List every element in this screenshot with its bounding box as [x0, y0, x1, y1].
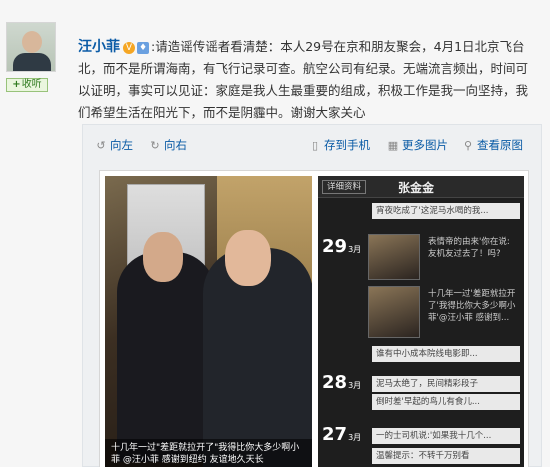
timeline-date: 273月: [322, 424, 361, 445]
vip-icon: ♦: [137, 42, 149, 54]
person-left-head: [143, 232, 183, 282]
date-day: 28: [322, 372, 348, 393]
person-left: [117, 232, 215, 462]
timeline-item: 表情帝的由来'你在说:友机友过去了！吗?: [428, 237, 510, 259]
photo-panel: 十几年一过"差距就拉开了"我得比你大多少啊小菲 @汪小菲 感谢到纽约 友谊地久天…: [105, 176, 312, 467]
post-body: 汪小菲 V ♦:请造谣传谣者看清楚：本人29号在京和朋友聚会，4月1日北京飞台北，而…: [78, 36, 540, 124]
plus-icon: +: [12, 79, 21, 90]
photo-caption: 十几年一过"差距就拉开了"我得比你大多少啊小菲 @汪小菲 感谢到纽约 友谊地久天…: [105, 439, 312, 467]
timeline-thumbnail: [368, 286, 420, 338]
more-images-label: 更多图片: [402, 138, 448, 152]
phone-screenshot: 详细资料 张金金 宵夜吃成了'这泥马水喝的我... 293月 表情帝的由来'你在…: [318, 176, 524, 467]
date-day: 27: [322, 424, 348, 445]
save-to-phone-label: 存到手机: [324, 138, 370, 152]
avatar-face: [22, 31, 42, 53]
date-month: 3月: [348, 381, 362, 390]
follow-button[interactable]: +收听: [6, 78, 48, 92]
rotate-right-label: 向右: [164, 138, 187, 152]
phone-icon: ▯: [311, 139, 319, 152]
media-container: ↺ 向左 ↻ 向右 ▯ 存到手机 ▦ 更多图片 ⚲ 查看原图 十几年一过"差距就拉开了"我…: [82, 124, 542, 467]
timeline-date: 293月: [322, 236, 361, 257]
verified-icon: V: [123, 42, 135, 54]
post-image[interactable]: 十几年一过"差距就拉开了"我得比你大多少啊小菲 @汪小菲 感谢到纽约 友谊地久天…: [99, 170, 529, 467]
phone-header: 详细资料 张金金: [318, 176, 524, 198]
view-original-label: 查看原图: [477, 138, 523, 152]
save-to-phone-button[interactable]: ▯ 存到手机: [309, 137, 370, 153]
rotate-right-icon: ↻: [150, 139, 160, 152]
image-toolbar: ↺ 向左 ↻ 向右 ▯ 存到手机 ▦ 更多图片 ⚲ 查看原图: [83, 125, 541, 165]
date-day: 29: [322, 236, 348, 257]
timeline-item: 倒时差'早起的鸟儿有食儿...: [372, 394, 520, 410]
date-month: 3月: [348, 245, 362, 254]
rotate-left-icon: ↺: [96, 139, 106, 152]
avatar-body: [13, 53, 51, 71]
timeline-item: 一的士司机说:'如果我十几个...: [372, 428, 520, 444]
avatar[interactable]: [6, 22, 56, 72]
timeline-item: 泥马太绝了，民间精彩段子: [372, 376, 520, 392]
rotate-left-button[interactable]: ↺ 向左: [95, 137, 133, 153]
person-right-head: [225, 230, 271, 286]
date-month: 3月: [348, 433, 362, 442]
author-name[interactable]: 汪小菲: [78, 39, 120, 55]
person-right: [203, 230, 312, 467]
rotate-right-button[interactable]: ↻ 向右: [149, 137, 187, 153]
profile-name: 张金金: [398, 181, 435, 195]
view-original-button[interactable]: ⚲ 查看原图: [462, 137, 523, 153]
zoom-icon: ⚲: [463, 139, 473, 152]
timeline-item: 谁有中小成本院线电影即...: [372, 346, 520, 362]
timeline-thumbnail: [368, 234, 420, 280]
images-icon: ▦: [387, 139, 399, 152]
detail-tag: 详细资料: [322, 180, 367, 194]
rotate-left-label: 向左: [110, 138, 133, 152]
timeline-item: 十几年一过'差距就拉开了'我得比你大多少啊小菲'@汪小菲 感谢到...: [428, 289, 516, 323]
timeline-item: 温馨提示：不转千万别看: [372, 448, 520, 464]
timeline-item: 宵夜吃成了'这泥马水喝的我...: [372, 203, 520, 219]
more-images-button[interactable]: ▦ 更多图片: [387, 137, 448, 153]
follow-label: 收听: [21, 79, 42, 90]
timeline-date: 283月: [322, 372, 361, 393]
